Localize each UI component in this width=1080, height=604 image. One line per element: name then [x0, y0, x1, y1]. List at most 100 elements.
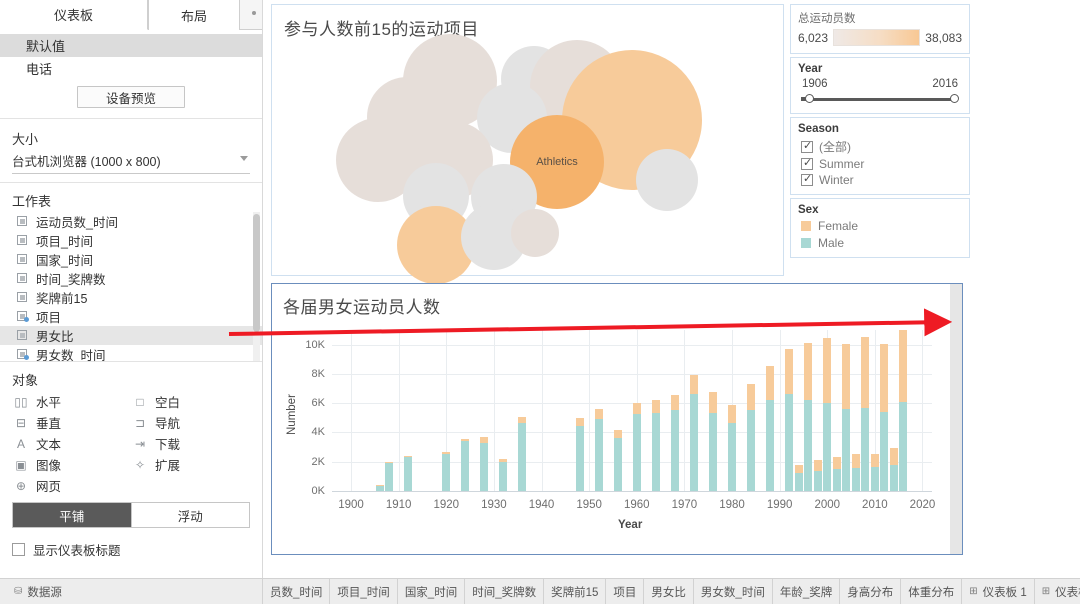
bar-segment-female[interactable] [842, 343, 851, 409]
bar-segment-female[interactable] [785, 348, 794, 394]
show-dashboard-title-checkbox[interactable]: 显示仪表板标题 [12, 540, 250, 559]
bar-stack[interactable] [670, 395, 679, 491]
bar-stack[interactable] [889, 447, 898, 491]
sex-legend-card[interactable]: Sex Female Male [790, 198, 970, 258]
tab-data-source[interactable]: ⛁ 数据源 [0, 579, 263, 604]
sheet-tab[interactable]: 国家_时间 [398, 579, 466, 604]
bar-chart-panel[interactable]: 各届男女运动员人数 0K 2K 4K 6K 8K 10K 1900 1910 1920 1930 1… [271, 283, 963, 555]
bar-segment-male[interactable] [880, 411, 889, 491]
sheet-tab[interactable]: 员数_时间 [263, 579, 331, 604]
bar-stack[interactable] [842, 343, 851, 491]
bar-segment-male[interactable] [870, 467, 879, 491]
bar-segment-male[interactable] [889, 464, 898, 491]
bar-stack[interactable] [813, 460, 822, 491]
bar-stack[interactable] [823, 338, 832, 491]
bar-segment-female[interactable] [385, 462, 394, 463]
object-item-blank[interactable]: □ 空白 [131, 391, 250, 412]
bar-segment-female[interactable] [613, 430, 622, 438]
bar-stack[interactable] [613, 430, 622, 491]
bar-stack[interactable] [708, 392, 717, 491]
measure-legend-card[interactable]: 总运动员数 6,023 38,083 [790, 4, 970, 54]
sheet-tab[interactable]: ⊞ 仪表板 3 [1035, 579, 1080, 604]
bar-stack[interactable] [851, 454, 860, 491]
bar-segment-male[interactable] [632, 413, 641, 491]
bar-segment-female[interactable] [461, 438, 470, 442]
bar-segment-male[interactable] [899, 402, 908, 491]
bar-segment-male[interactable] [842, 408, 851, 491]
bar-stack[interactable] [499, 459, 508, 491]
floating-button[interactable]: 浮动 [130, 503, 249, 527]
bar-segment-female[interactable] [794, 465, 803, 473]
object-item-horizontal-container[interactable]: ▯▯ 水平 [12, 391, 131, 412]
bar-stack[interactable] [632, 403, 641, 491]
bar-segment-female[interactable] [480, 437, 489, 443]
season-option[interactable]: Winter [798, 172, 962, 187]
bar-stack[interactable] [375, 484, 384, 491]
worksheet-item[interactable]: 项目 [0, 307, 262, 326]
season-filter-card[interactable]: Season (全部) Summer Winter [790, 117, 970, 195]
bar-stack[interactable] [870, 453, 879, 491]
bar-stack[interactable] [899, 330, 908, 491]
bar-stack[interactable] [480, 437, 489, 491]
bar-segment-male[interactable] [594, 418, 603, 491]
worksheet-item[interactable]: 男女数_时间 [0, 345, 262, 361]
bar-segment-male[interactable] [613, 437, 622, 491]
bar-segment-female[interactable] [404, 456, 413, 458]
bar-segment-female[interactable] [813, 460, 822, 471]
worksheet-item[interactable]: 运动员数_时间 [0, 212, 262, 231]
worksheet-item[interactable]: 时间_奖牌数 [0, 269, 262, 288]
object-item-download[interactable]: ⇥ 下载 [131, 433, 250, 454]
bar-segment-female[interactable] [889, 447, 898, 465]
bar-stack[interactable] [794, 465, 803, 491]
bar-segment-female[interactable] [851, 454, 860, 468]
bar-segment-male[interactable] [689, 394, 698, 491]
worksheet-item[interactable]: 国家_时间 [0, 250, 262, 269]
object-item-web-page[interactable]: ⊕ 网页 [12, 475, 131, 496]
bar-segment-female[interactable] [689, 374, 698, 395]
bar-segment-male[interactable] [747, 409, 756, 491]
tab-layout[interactable]: 布局 [148, 0, 240, 30]
bar-segment-male[interactable] [728, 423, 736, 491]
bar-segment-male[interactable] [461, 441, 470, 491]
bar-segment-male[interactable] [670, 410, 679, 491]
bar-segment-female[interactable] [899, 330, 908, 403]
slider-handle-right[interactable] [950, 94, 959, 103]
object-item-navigation[interactable]: ⊐ 导航 [131, 412, 250, 433]
bar-segment-female[interactable] [442, 452, 451, 454]
bar-segment-female[interactable] [747, 383, 756, 410]
bar-segment-female[interactable] [632, 403, 641, 414]
bar-segment-male[interactable] [499, 462, 508, 491]
sheet-tab[interactable]: 男女数_时间 [694, 579, 773, 604]
object-item-image[interactable]: ▣ 图像 [12, 454, 131, 475]
bar-segment-female[interactable] [518, 416, 527, 423]
worksheet-item[interactable]: 奖牌前15 [0, 288, 262, 307]
season-option[interactable]: Summer [798, 156, 962, 171]
bar-stack[interactable] [385, 462, 394, 491]
bar-segment-female[interactable] [670, 395, 679, 411]
year-range-slider[interactable] [798, 92, 962, 106]
bubble[interactable] [636, 149, 698, 211]
sheet-tab[interactable]: 年龄_奖牌 [773, 579, 841, 604]
sheet-tab[interactable]: 身高分布 [840, 579, 902, 604]
object-item-vertical-container[interactable]: ⊟ 垂直 [12, 412, 131, 433]
bar-stack[interactable] [575, 417, 584, 491]
sheet-tab[interactable]: ⊞ 仪表板 1 [962, 579, 1035, 604]
bar-segment-female[interactable] [832, 457, 841, 469]
bar-stack[interactable] [518, 416, 527, 491]
bar-stack[interactable] [651, 399, 660, 491]
bar-segment-male[interactable] [404, 457, 413, 491]
bar-stack[interactable] [442, 452, 451, 491]
bar-segment-male[interactable] [785, 393, 794, 491]
season-option[interactable]: (全部) [798, 138, 962, 155]
bar-stack[interactable] [880, 343, 889, 491]
worksheet-item[interactable]: 男女比 [0, 326, 262, 345]
bar-stack[interactable] [728, 404, 736, 491]
bar-segment-female[interactable] [728, 404, 736, 424]
sex-legend-item[interactable]: Female [798, 219, 962, 233]
worksheet-scrollbar-thumb[interactable] [253, 214, 260, 332]
bar-segment-male[interactable] [518, 422, 527, 491]
sheet-tab[interactable]: 项目_时间 [330, 579, 398, 604]
tab-dashboard[interactable]: 仪表板 [0, 0, 148, 30]
bar-stack[interactable] [689, 374, 698, 491]
bar-segment-male[interactable] [480, 442, 489, 491]
